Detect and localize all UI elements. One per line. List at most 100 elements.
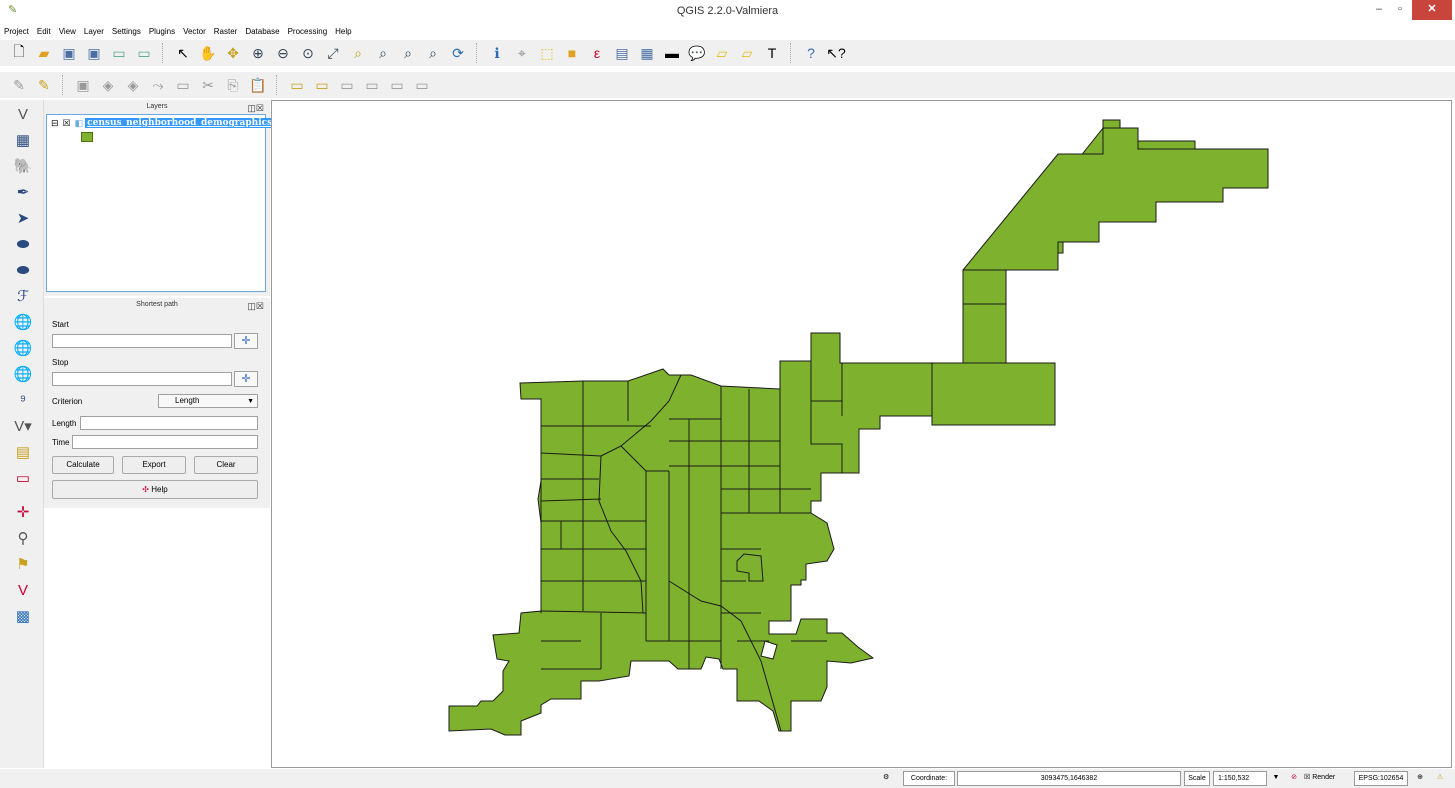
menu-help[interactable]: Help	[331, 24, 355, 39]
crs-status-icon[interactable]: ⊕	[1412, 771, 1428, 786]
add-spatialite-layer-icon[interactable]: ✒	[8, 180, 38, 204]
add-delimited-text-layer-icon[interactable]: ℱ	[8, 284, 38, 308]
label-icon[interactable]: ▭	[286, 74, 308, 96]
collapse-icon[interactable]: ⊟	[51, 118, 59, 129]
new-spatialite-layer-icon[interactable]: ▤	[8, 440, 38, 464]
warning-icon[interactable]: ⚠	[1432, 771, 1448, 786]
layer-name[interactable]: census_neighborhood_demographics...	[85, 118, 284, 128]
menu-processing[interactable]: Processing	[284, 24, 332, 39]
panel-float-close-icon[interactable]: ◫☒	[247, 299, 264, 313]
add-wfs-layer-icon[interactable]: 🌐	[8, 362, 38, 386]
coordinate-capture-icon[interactable]: ✛	[8, 500, 38, 524]
delete-selected-icon[interactable]: ▭	[172, 74, 194, 96]
neighborhoods-polygons[interactable]	[448, 119, 1269, 736]
stop-rendering-icon[interactable]: ⊘	[1286, 771, 1302, 786]
stop-input[interactable]	[52, 372, 232, 386]
zoom-to-selection-icon[interactable]: ⌕	[347, 42, 369, 64]
expression-select-icon[interactable]: ε	[586, 42, 608, 64]
calculate-button[interactable]: Calculate	[52, 456, 114, 474]
map-tips-icon[interactable]: 💬	[686, 42, 708, 64]
save-project-icon[interactable]: ▣	[58, 42, 80, 64]
measure-icon[interactable]: ⌖	[511, 42, 533, 64]
move-feature-icon[interactable]: ◈	[122, 74, 144, 96]
select-icon[interactable]: ⬚	[536, 42, 558, 64]
new-print-composer-icon[interactable]: ▭	[108, 42, 130, 64]
menu-database[interactable]: Database	[241, 24, 283, 39]
zoom-in-icon[interactable]: ⊕	[247, 42, 269, 64]
pan-icon[interactable]: ✋	[197, 42, 219, 64]
node-tool-icon[interactable]: ⤳	[147, 74, 169, 96]
copy-features-icon[interactable]: ⎘	[222, 74, 244, 96]
label-rotate-icon[interactable]: ▭	[386, 74, 408, 96]
menu-layer[interactable]: Layer	[80, 24, 108, 39]
export-button[interactable]: Export	[122, 456, 186, 474]
help-button[interactable]: ✣ Help	[52, 480, 258, 499]
layer-visibility-checkbox[interactable]: ☒	[63, 118, 71, 129]
new-shapefile-layer-icon[interactable]: V▾	[8, 414, 38, 438]
composer-manager-icon[interactable]: ▭	[133, 42, 155, 64]
render-checkbox[interactable]: ☒ Render	[1304, 771, 1350, 786]
label-show-hide-icon[interactable]: ▭	[336, 74, 358, 96]
menu-edit[interactable]: Edit	[33, 24, 55, 39]
new-bookmark-icon[interactable]: ▱	[711, 42, 733, 64]
add-postgis-layer-icon[interactable]: 🐘	[8, 154, 38, 178]
zoom-next-icon[interactable]: ⌕	[422, 42, 444, 64]
heatmap-icon[interactable]: ▩	[8, 604, 38, 628]
zoom-native-icon[interactable]: ⊙	[297, 42, 319, 64]
messages-icon[interactable]: ⚙	[883, 771, 901, 786]
length-output[interactable]	[80, 416, 258, 430]
georeferencer-icon[interactable]: ⚲	[8, 526, 38, 550]
add-wms-layer-icon[interactable]: 🌐	[8, 310, 38, 334]
save-as-icon[interactable]: ▣	[83, 42, 105, 64]
open-project-icon[interactable]: ▰	[33, 42, 55, 64]
start-input[interactable]	[52, 334, 232, 348]
zoom-out-icon[interactable]: ⊖	[272, 42, 294, 64]
start-pick-button[interactable]: ✛	[234, 333, 258, 349]
save-edits-icon[interactable]: ▣	[72, 74, 94, 96]
deselect-icon[interactable]: ■	[561, 42, 583, 64]
panel-float-close-icon[interactable]: ◫☒	[247, 101, 264, 115]
clear-button[interactable]: Clear	[194, 456, 258, 474]
whats-this-icon[interactable]: ↖?	[825, 42, 847, 64]
cut-features-icon[interactable]: ✂	[197, 74, 219, 96]
zoom-full-icon[interactable]: ⤢	[322, 42, 344, 64]
zoom-to-layer-icon[interactable]: ⌕	[372, 42, 394, 64]
layer-item[interactable]: ⊟ ☒ ◧ census_neighborhood_demographics..…	[51, 117, 284, 129]
menu-vector[interactable]: Vector	[179, 24, 210, 39]
criterion-select[interactable]: Length ▼	[158, 394, 258, 408]
text-annotation-icon[interactable]: T	[761, 42, 783, 64]
attribute-table-icon[interactable]: ▤	[611, 42, 633, 64]
measure-line-icon[interactable]: ▬	[661, 42, 683, 64]
label-change-icon[interactable]: ▭	[411, 74, 433, 96]
coordinate-field[interactable]: 3093475,1646382	[957, 771, 1181, 786]
scale-combo[interactable]: 1:150,532	[1213, 771, 1267, 786]
city-main-polygon[interactable]	[448, 360, 875, 736]
paste-features-icon[interactable]: 📋	[247, 74, 269, 96]
label-pin-icon[interactable]: ▭	[311, 74, 333, 96]
touch-zoom-icon[interactable]: ↖	[172, 42, 194, 64]
menu-plugins[interactable]: Plugins	[145, 24, 179, 39]
add-gps-layer-icon[interactable]: ⁹	[8, 388, 38, 412]
toggle-editing-icon[interactable]: ✎	[33, 74, 55, 96]
help-icon[interactable]: ?	[800, 42, 822, 64]
menu-project[interactable]: Project	[0, 24, 33, 39]
crs-button[interactable]: EPSG:102654	[1354, 771, 1408, 786]
layer-tree[interactable]: ⊟ ☒ ◧ census_neighborhood_demographics..…	[46, 114, 284, 292]
menu-raster[interactable]: Raster	[210, 24, 242, 39]
time-output[interactable]	[72, 435, 258, 449]
zoom-last-icon[interactable]: ⌕	[397, 42, 419, 64]
add-vector-layer-icon[interactable]: V	[8, 102, 38, 126]
gps-tools-icon[interactable]: ⚑	[8, 552, 38, 576]
ne-block-polygon[interactable]	[810, 127, 1269, 474]
maximize-button[interactable]: ▫	[1390, 0, 1410, 20]
label-move-icon[interactable]: ▭	[361, 74, 383, 96]
menu-view[interactable]: View	[55, 24, 80, 39]
new-project-icon[interactable]: 🗋	[8, 42, 30, 64]
refresh-icon[interactable]: ⟳	[447, 42, 469, 64]
edits-icon[interactable]: ✎	[8, 74, 30, 96]
remove-layer-icon[interactable]: ▭	[8, 466, 38, 490]
field-calculator-icon[interactable]: ▦	[636, 42, 658, 64]
add-mssql-layer-icon[interactable]: ➤	[8, 206, 38, 230]
add-sqlanywhere-layer-icon[interactable]: ⬬	[8, 258, 38, 282]
add-wcs-layer-icon[interactable]: 🌐	[8, 336, 38, 360]
